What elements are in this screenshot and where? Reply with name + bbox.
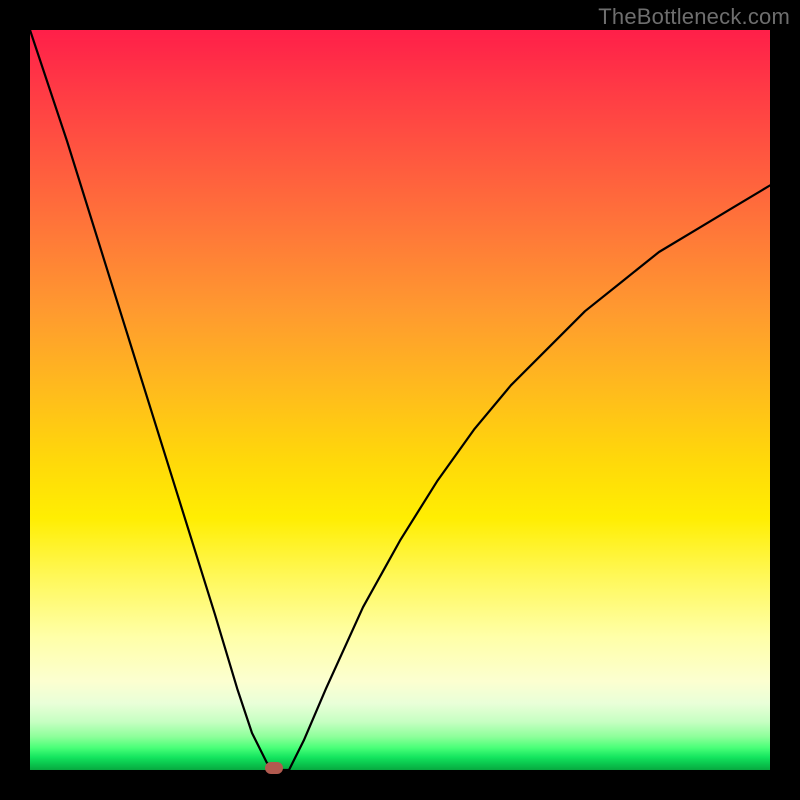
- bottleneck-curve: [30, 30, 770, 770]
- chart-frame: TheBottleneck.com: [0, 0, 800, 800]
- plot-area: [30, 30, 770, 770]
- watermark-text: TheBottleneck.com: [598, 4, 790, 30]
- optimal-marker: [265, 762, 283, 774]
- curve-polyline: [30, 30, 770, 770]
